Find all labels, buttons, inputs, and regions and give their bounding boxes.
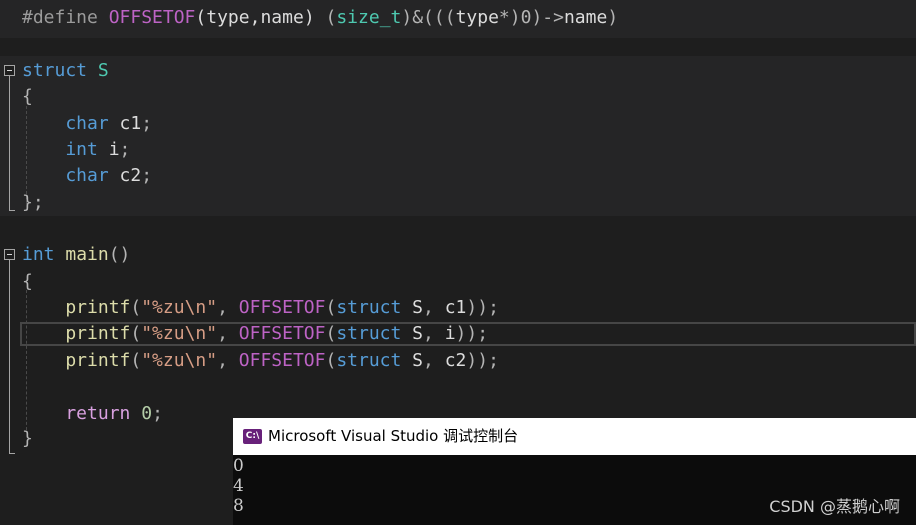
code-token: c2 (119, 165, 142, 186)
code-token: 0 (520, 7, 532, 28)
code-token: S (97, 60, 109, 81)
code-token: struct (336, 350, 413, 371)
code-token: ( (130, 350, 142, 371)
collapse-struct-icon[interactable] (4, 65, 15, 76)
code-line-struct-decl: struct S (22, 58, 109, 84)
code-token: int (22, 139, 109, 160)
code-line-define: #define OFFSETOF(type,name) (size_t)&(((… (22, 5, 618, 31)
code-token: ( (195, 7, 207, 28)
code-token: )); (455, 323, 489, 344)
main-fold-line (9, 260, 10, 453)
code-token: }; (22, 192, 44, 213)
code-token: ; (119, 139, 131, 160)
code-token: struct (336, 297, 413, 318)
console-titlebar[interactable]: C:\ Microsoft Visual Studio 调试控制台 (233, 418, 916, 455)
code-token: char (22, 165, 120, 186)
code-token: ; (141, 165, 153, 186)
code-line-printf-c2: printf("%zu\n", OFFSETOF(struct S, c2)); (22, 348, 499, 374)
code-token: OFFSETOF (108, 7, 196, 28)
code-token: type (206, 7, 250, 28)
code-token: OFFSETOF (238, 350, 326, 371)
collapse-main-icon[interactable] (4, 249, 15, 260)
code-token: ) (303, 7, 315, 28)
code-token: #define (22, 7, 109, 28)
code-line-printf-c1: printf("%zu\n", OFFSETOF(struct S, c1)); (22, 295, 499, 321)
code-token: , (423, 350, 445, 371)
code-token: i (444, 323, 456, 344)
code-token: name (260, 7, 304, 28)
code-token: struct (22, 60, 98, 81)
code-token: { (22, 271, 33, 292)
code-line-return: return 0; (22, 401, 163, 427)
code-token: printf (22, 297, 131, 318)
code-token: OFFSETOF (238, 323, 326, 344)
code-token: ( (130, 297, 142, 318)
code-token: type (455, 7, 499, 28)
code-token: )-> (531, 7, 564, 28)
code-line-main-open: { (22, 269, 33, 295)
code-token: printf (22, 323, 131, 344)
code-token: )); (466, 350, 499, 371)
code-token: i (108, 139, 120, 160)
console-output-line: 0 (233, 456, 244, 476)
code-line-main-decl: int main() (22, 242, 130, 268)
code-token: , (217, 297, 239, 318)
code-token: ( (314, 7, 337, 28)
code-token: , (249, 7, 261, 28)
console-output-line: 4 (233, 476, 244, 496)
code-line-member-c2: char c2; (22, 163, 152, 189)
visual-studio-console-icon: C:\ (243, 429, 262, 444)
code-line-printf-i: printf("%zu\n", OFFSETOF(struct S, i)); (22, 321, 488, 347)
code-token: c1 (119, 113, 142, 134)
code-token: ( (325, 323, 337, 344)
code-token: printf (22, 350, 131, 371)
code-token: c1 (444, 297, 467, 318)
code-token: , (423, 323, 445, 344)
code-token: , (217, 323, 239, 344)
console-title: Microsoft Visual Studio 调试控制台 (268, 427, 519, 445)
code-token: , (217, 350, 239, 371)
code-token: char (22, 113, 120, 134)
code-line-main-close: } (22, 426, 33, 452)
csdn-watermark: CSDN @蒸鹅心啊 (769, 497, 900, 516)
code-token: ) (607, 7, 619, 28)
code-token: *) (498, 7, 521, 28)
code-token: name (563, 7, 608, 28)
code-token: OFFSETOF (238, 297, 326, 318)
code-line-member-i: int i; (22, 137, 130, 163)
code-token: , (423, 297, 445, 318)
code-token: int (22, 244, 66, 265)
code-token: 0 (141, 403, 153, 424)
code-token: size_t (336, 7, 402, 28)
code-token: ( (130, 323, 142, 344)
code-token: S (412, 350, 424, 371)
code-token: c2 (444, 350, 467, 371)
code-token: struct (336, 323, 413, 344)
code-line-member-c1: char c1; (22, 111, 152, 137)
code-token: S (412, 297, 424, 318)
code-token: () (108, 244, 131, 265)
code-token: { (22, 86, 33, 107)
code-token: S (412, 323, 424, 344)
code-token: )); (466, 297, 499, 318)
code-line-struct-close: }; (22, 190, 44, 216)
struct-fold-line (9, 76, 10, 210)
code-token: "%zu\n" (141, 323, 218, 344)
code-token: ; (141, 113, 153, 134)
code-token: ; (152, 403, 163, 424)
code-token: )&((( (401, 7, 456, 28)
code-token: "%zu\n" (141, 297, 218, 318)
code-line-struct-open: { (22, 84, 33, 110)
struct-fold-end (9, 210, 15, 211)
code-token: } (22, 428, 33, 449)
code-token: return (22, 403, 142, 424)
console-output-line: 8 (233, 496, 244, 516)
code-token: ( (325, 297, 337, 318)
code-token: main (65, 244, 109, 265)
code-token: ( (325, 350, 337, 371)
main-fold-end (9, 453, 15, 454)
code-token: "%zu\n" (141, 350, 218, 371)
